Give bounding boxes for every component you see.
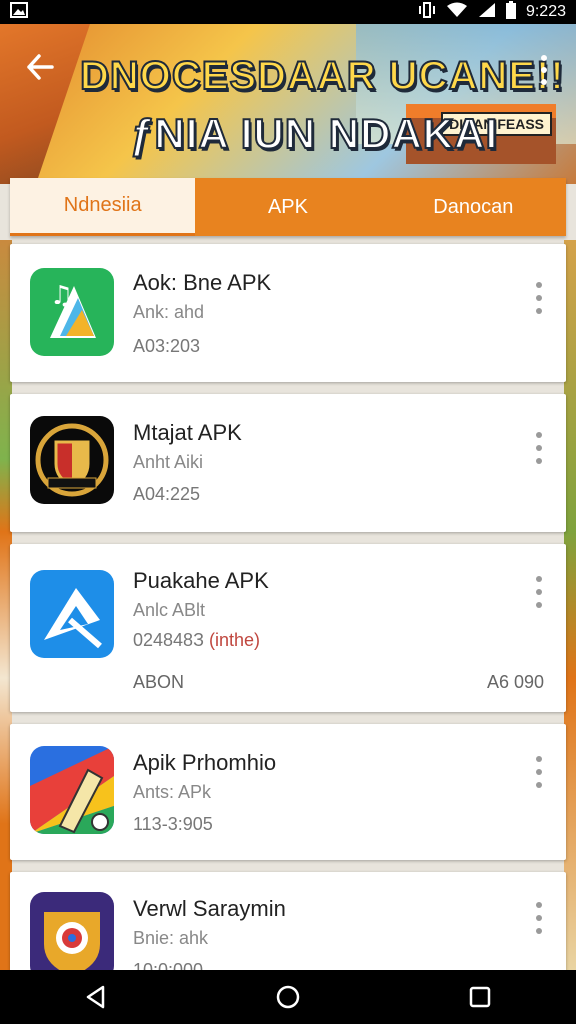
nav-recents-button[interactable] <box>450 977 510 1017</box>
shield-target-icon <box>30 892 114 972</box>
status-time: 9:223 <box>525 3 566 20</box>
rainbow-pencil-icon <box>30 746 114 834</box>
more-vertical-icon <box>536 432 542 438</box>
more-vertical-icon <box>536 576 542 582</box>
back-button[interactable] <box>22 52 58 88</box>
app-subtitle: Anlc ABlt <box>133 600 206 620</box>
tab-ndnesiia[interactable]: Ndnesiia <box>10 178 196 236</box>
green-play-arrow-icon: ♫ <box>30 268 114 356</box>
list-item[interactable]: Verwl Saraymin Bnie: ahk 10:0:000 <box>10 872 566 972</box>
shield-emblem-icon <box>30 416 114 504</box>
item-menu-button[interactable] <box>534 576 544 608</box>
blue-arrow-icon <box>30 570 114 658</box>
more-vertical-icon <box>541 55 547 61</box>
app-subtitle: Bnie: ahk <box>133 928 209 948</box>
list-item[interactable]: Apik Prhomhio Ants: APk 113-3:905 <box>10 724 566 860</box>
banner-roof-decoration <box>0 24 90 184</box>
more-vertical-icon <box>536 756 542 762</box>
app-meta-number: 024848З <box>133 630 204 650</box>
more-vertical-icon <box>536 282 542 288</box>
item-menu-button[interactable] <box>534 756 544 788</box>
tab-apk[interactable]: APK <box>195 178 380 236</box>
banner-title-line2: ƒNIA IUN NDAKAI <box>129 109 499 158</box>
app-name: Puakahe APK <box>133 568 269 593</box>
app-footer-right: A6 090 <box>486 672 544 692</box>
battery-icon <box>505 0 516 24</box>
wifi-icon <box>446 2 468 23</box>
list-item[interactable]: ♫ Aok: Bne APK Ank: ahd A03:203 <box>10 244 566 382</box>
app-meta: A03:203 <box>133 336 201 356</box>
overflow-menu-button[interactable] <box>534 52 554 88</box>
more-vertical-icon <box>536 902 542 908</box>
photo-icon <box>10 1 28 23</box>
item-menu-button[interactable] <box>534 902 544 934</box>
app-meta: A04:225 <box>133 484 201 504</box>
svg-text:♫: ♫ <box>50 281 73 311</box>
app-subtitle: Ank: ahd <box>133 302 205 322</box>
app-name: Aok: Bne APK <box>133 270 272 295</box>
tab-danocan[interactable]: Danocan <box>381 178 566 236</box>
app-footer-left: ABON <box>133 672 185 692</box>
app-name: Verwl Saraymin <box>133 896 286 921</box>
signal-icon <box>478 2 496 23</box>
tab-bar: Ndnesiia APK Danocan <box>10 178 566 236</box>
triangle-back-icon <box>86 985 105 1009</box>
app-meta-highlight: (inthe) <box>208 630 260 650</box>
nav-home-button[interactable] <box>258 977 318 1017</box>
square-recents-icon <box>469 986 491 1008</box>
list-item[interactable]: Mtajat APK Anht Aiki A04:225 <box>10 394 566 532</box>
app-meta: 024848З (inthe) <box>133 630 260 651</box>
circle-home-icon <box>276 985 300 1009</box>
app-meta: 113-3:905 <box>133 814 213 834</box>
status-bar: 9:223 <box>0 0 576 24</box>
item-menu-button[interactable] <box>534 282 544 314</box>
item-menu-button[interactable] <box>534 432 544 464</box>
nav-back-button[interactable] <box>66 977 126 1017</box>
header-banner: DICANIFEASS DNOCESDAAR UCANE!! ƒNIA IUN … <box>0 24 576 184</box>
system-nav-bar <box>0 970 576 1024</box>
arrow-left-icon <box>27 54 54 80</box>
list-item[interactable]: Puakahe APK Anlc ABlt 024848З (inthe) AB… <box>10 544 566 712</box>
app-subtitle: Ants: APk <box>133 782 212 802</box>
app-name: Mtajat APK <box>133 420 242 445</box>
app-name: Apik Prhomhio <box>133 750 277 775</box>
vibrate-icon <box>418 1 436 23</box>
app-subtitle: Anht Aiki <box>133 452 204 472</box>
banner-title-line1: DNOCESDAAR UCANE!! <box>79 53 565 99</box>
